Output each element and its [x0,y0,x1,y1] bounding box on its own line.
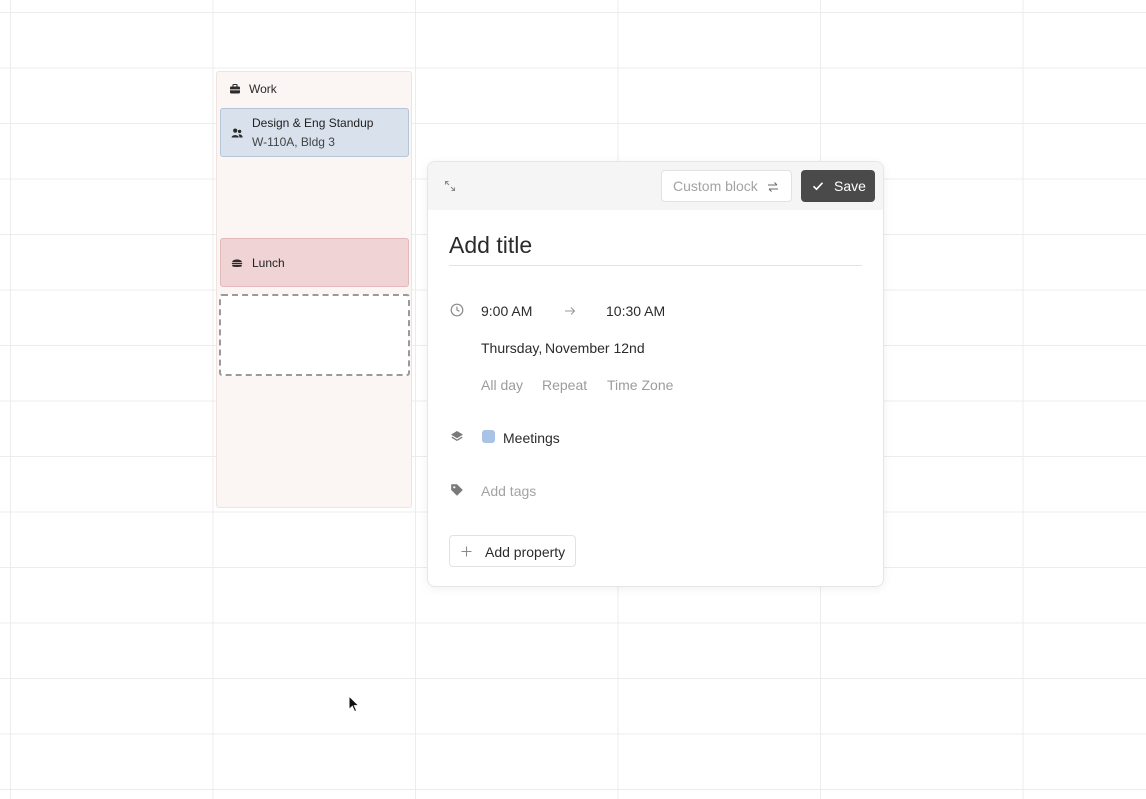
event-title: Design & Eng Standup [252,116,374,130]
popup-toolbar: Custom block Save [428,162,883,210]
calendar-select[interactable]: Meetings [503,430,560,446]
block-type-select[interactable]: Custom block [661,170,792,202]
calendar-color-swatch [482,430,495,443]
mouse-cursor-icon [348,695,360,713]
event-location: W-110A, Bldg 3 [252,135,335,149]
block-type-label: Custom block [673,178,758,194]
start-time[interactable]: 9:00 AM [481,303,532,319]
event-standup[interactable]: Design & Eng Standup W-110A, Bldg 3 [220,108,409,157]
briefcase-icon [230,83,240,94]
title-input[interactable] [449,232,862,266]
work-column-label: Work [249,82,277,96]
event-title: Lunch [252,256,285,270]
clock-icon [450,303,464,317]
end-time[interactable]: 10:30 AM [606,303,665,319]
save-button[interactable]: Save [801,170,875,202]
calendar-grid[interactable]: Work Design & Eng Standup W-110A, Bldg 3… [0,0,1146,799]
event-lunch[interactable]: Lunch [220,238,409,287]
event-date[interactable]: November 12nd [545,340,645,356]
plus-icon [461,546,472,557]
save-label: Save [834,178,866,194]
add-property-button[interactable]: Add property [449,535,576,567]
layers-icon [451,431,463,442]
add-property-label: Add property [485,544,566,560]
arrow-right-icon [565,307,576,315]
event-weekday[interactable]: Thursday, [481,340,542,356]
people-icon [231,128,243,138]
repeat-option[interactable]: Repeat [542,377,587,393]
work-column-header: Work [229,82,277,96]
new-event-placeholder[interactable] [219,294,410,376]
burger-icon [231,259,243,267]
event-editor-popup: Custom block Save 9:00 AM 10:30 AM [427,161,884,587]
expand-icon[interactable] [444,180,456,192]
time-zone-option[interactable]: Time Zone [607,377,673,393]
work-calendar-column[interactable]: Work Design & Eng Standup W-110A, Bldg 3… [216,71,412,508]
tag-icon [451,484,463,496]
all-day-option[interactable]: All day [481,377,523,393]
check-icon [812,182,824,191]
swap-icon [768,182,778,192]
add-tags-input[interactable]: Add tags [481,483,536,499]
